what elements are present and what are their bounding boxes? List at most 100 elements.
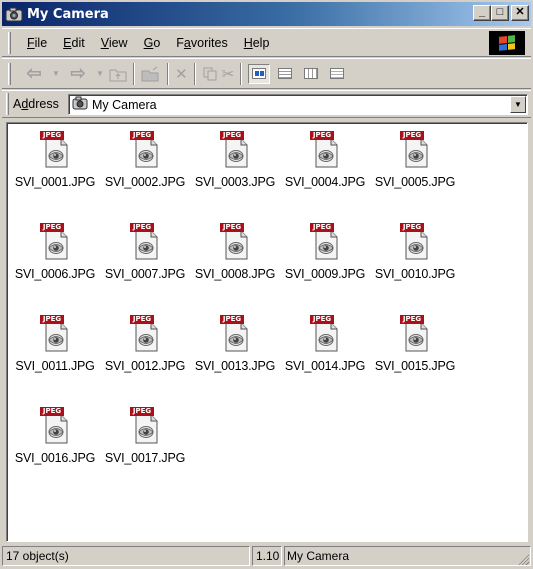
menu-grip[interactable] bbox=[8, 31, 11, 54]
file-name: SVI_0003.JPG bbox=[194, 175, 276, 189]
jpeg-file-icon: JPEG bbox=[39, 221, 71, 261]
jpeg-file-icon: JPEG bbox=[309, 221, 341, 261]
file-item[interactable]: JPEG SVI_0009.JPG bbox=[279, 221, 371, 281]
status-location: My Camera bbox=[287, 549, 350, 563]
file-item[interactable]: JPEG SVI_0003.JPG bbox=[189, 129, 281, 189]
address-bar: Address My Camera ▼ bbox=[2, 90, 531, 118]
status-bar: 17 object(s) 1.10 M My Camera bbox=[2, 545, 531, 567]
jpeg-badge: JPEG bbox=[222, 131, 242, 139]
file-item[interactable]: JPEG SVI_0010.JPG bbox=[369, 221, 461, 281]
jpeg-badge: JPEG bbox=[402, 223, 422, 231]
jpeg-badge: JPEG bbox=[312, 315, 332, 323]
minimize-button[interactable]: _ bbox=[473, 5, 491, 21]
jpeg-file-icon: JPEG bbox=[399, 129, 431, 169]
back-dropdown-icon[interactable]: ▼ bbox=[51, 63, 61, 85]
copy-icon[interactable] bbox=[202, 63, 218, 85]
list-view-button[interactable] bbox=[300, 64, 322, 84]
toolbar-grip[interactable] bbox=[8, 62, 11, 85]
jpeg-file-icon: JPEG bbox=[399, 221, 431, 261]
resize-grip[interactable] bbox=[517, 553, 529, 565]
maximize-button[interactable]: □ bbox=[491, 5, 509, 21]
file-item[interactable]: JPEG SVI_0004.JPG bbox=[279, 129, 371, 189]
menu-go[interactable]: Go bbox=[136, 36, 169, 50]
toolbar-separator bbox=[193, 62, 196, 85]
file-name: SVI_0008.JPG bbox=[194, 267, 276, 281]
jpeg-badge: JPEG bbox=[402, 315, 422, 323]
file-name: SVI_0017.JPG bbox=[104, 451, 186, 465]
file-item[interactable]: JPEG SVI_0013.JPG bbox=[189, 313, 281, 373]
file-item[interactable]: JPEG SVI_0012.JPG bbox=[99, 313, 191, 373]
file-item[interactable]: JPEG SVI_0006.JPG bbox=[9, 221, 101, 281]
menu-view[interactable]: View bbox=[93, 36, 136, 50]
file-item[interactable]: JPEG SVI_0008.JPG bbox=[189, 221, 281, 281]
menu-help[interactable]: Help bbox=[236, 36, 278, 50]
jpeg-badge: JPEG bbox=[42, 131, 62, 139]
large-icons-view-button[interactable] bbox=[248, 63, 271, 84]
file-name: SVI_0001.JPG bbox=[14, 175, 96, 189]
address-dropdown-button[interactable]: ▼ bbox=[510, 96, 526, 113]
jpeg-file-icon: JPEG bbox=[39, 129, 71, 169]
jpeg-badge: JPEG bbox=[42, 407, 62, 415]
file-view[interactable]: JPEG SVI_0001.JPG JPEG SVI_0002.JPG JPEG SVI_… bbox=[6, 122, 528, 542]
file-item[interactable]: JPEG SVI_0016.JPG bbox=[9, 405, 101, 465]
file-item[interactable]: JPEG SVI_0001.JPG bbox=[9, 129, 101, 189]
jpeg-badge: JPEG bbox=[222, 315, 242, 323]
file-item[interactable]: JPEG SVI_0014.JPG bbox=[279, 313, 371, 373]
menu-file[interactable]: File bbox=[19, 36, 55, 50]
jpeg-badge: JPEG bbox=[132, 131, 152, 139]
jpeg-badge: JPEG bbox=[132, 315, 152, 323]
file-name: SVI_0010.JPG bbox=[374, 267, 456, 281]
title-bar[interactable]: My Camera _ □ ✕ bbox=[2, 2, 531, 26]
jpeg-file-icon: JPEG bbox=[399, 313, 431, 353]
toolbar-separator bbox=[133, 62, 135, 85]
large-icons-view-icon bbox=[252, 68, 267, 79]
file-item[interactable]: JPEG SVI_0005.JPG bbox=[369, 129, 461, 189]
jpeg-file-icon: JPEG bbox=[129, 221, 161, 261]
jpeg-file-icon: JPEG bbox=[129, 405, 161, 445]
map-drive-icon[interactable] bbox=[141, 63, 161, 85]
jpeg-badge: JPEG bbox=[42, 315, 62, 323]
forward-dropdown-icon[interactable]: ▼ bbox=[95, 63, 105, 85]
file-item[interactable]: JPEG SVI_0017.JPG bbox=[99, 405, 191, 465]
details-view-button[interactable] bbox=[326, 64, 348, 84]
jpeg-badge: JPEG bbox=[132, 223, 152, 231]
file-name: SVI_0016.JPG bbox=[14, 451, 96, 465]
file-item[interactable]: JPEG SVI_0007.JPG bbox=[99, 221, 191, 281]
jpeg-badge: JPEG bbox=[312, 131, 332, 139]
camera-icon bbox=[5, 6, 23, 22]
address-grip[interactable] bbox=[6, 93, 9, 115]
jpeg-badge: JPEG bbox=[402, 131, 422, 139]
menu-favorites[interactable]: Favorites bbox=[168, 36, 235, 50]
jpeg-file-icon: JPEG bbox=[129, 129, 161, 169]
windows-logo-icon bbox=[489, 31, 525, 55]
toolbar-separator bbox=[240, 62, 243, 85]
file-name: SVI_0002.JPG bbox=[104, 175, 186, 189]
up-folder-icon[interactable] bbox=[109, 63, 127, 85]
file-name: SVI_0012.JPG bbox=[104, 359, 186, 373]
jpeg-file-icon: JPEG bbox=[219, 221, 251, 261]
small-icons-view-icon bbox=[278, 68, 293, 79]
file-item[interactable]: JPEG SVI_0011.JPG bbox=[9, 313, 101, 373]
menu-bar: File Edit View Go Favorites Help bbox=[2, 28, 531, 57]
close-button[interactable]: ✕ bbox=[511, 5, 529, 21]
address-input[interactable]: My Camera ▼ bbox=[68, 94, 528, 115]
back-arrow-icon[interactable]: ⇦ bbox=[21, 63, 47, 85]
status-size: 1.10 M bbox=[252, 546, 282, 566]
file-name: SVI_0013.JPG bbox=[194, 359, 276, 373]
jpeg-file-icon: JPEG bbox=[129, 313, 161, 353]
forward-arrow-icon[interactable]: ⇨ bbox=[65, 63, 91, 85]
toolbar-separator bbox=[167, 62, 169, 85]
file-name: SVI_0014.JPG bbox=[284, 359, 366, 373]
delete-icon[interactable]: ✕ bbox=[175, 63, 188, 85]
menu-edit[interactable]: Edit bbox=[55, 36, 93, 50]
cut-icon[interactable]: ✂ bbox=[222, 63, 235, 85]
file-name: SVI_0007.JPG bbox=[104, 267, 186, 281]
status-location-panel: My Camera bbox=[284, 546, 531, 566]
jpeg-file-icon: JPEG bbox=[39, 313, 71, 353]
file-item[interactable]: JPEG SVI_0002.JPG bbox=[99, 129, 191, 189]
file-item[interactable]: JPEG SVI_0015.JPG bbox=[369, 313, 461, 373]
small-icons-view-button[interactable] bbox=[274, 64, 296, 84]
status-object-count: 17 object(s) bbox=[2, 546, 250, 566]
details-view-icon bbox=[330, 68, 345, 79]
jpeg-file-icon: JPEG bbox=[309, 313, 341, 353]
